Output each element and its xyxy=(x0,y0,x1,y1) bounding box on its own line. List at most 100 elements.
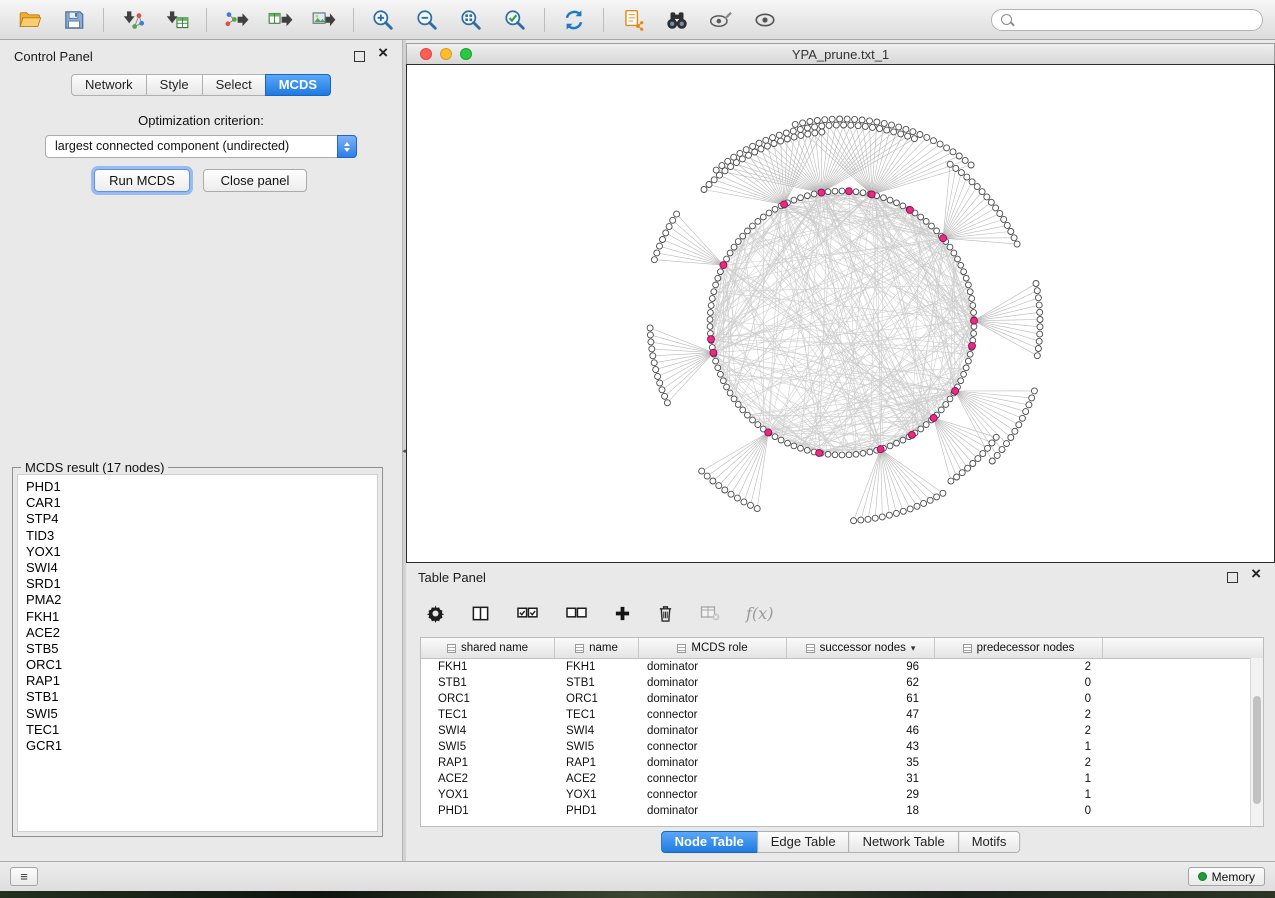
close-control-panel-button[interactable]: × xyxy=(378,44,388,62)
mcds-result-item[interactable]: FKH1 xyxy=(26,609,377,625)
search-input[interactable] xyxy=(1018,12,1253,28)
column-attribute-icon xyxy=(575,644,584,653)
close-table-panel-button[interactable]: × xyxy=(1251,565,1261,583)
panel-menu-button[interactable]: ≡ xyxy=(10,867,38,886)
export-image-button[interactable] xyxy=(306,5,342,35)
mcds-result-item[interactable]: STB5 xyxy=(26,641,377,657)
table-scrollbar[interactable] xyxy=(1250,658,1263,826)
criterion-dropdown[interactable]: largest connected component (undirected) xyxy=(45,135,357,158)
zoom-fit-button[interactable] xyxy=(453,5,489,35)
table-cell: ACE2 xyxy=(555,771,639,787)
column-header[interactable]: name xyxy=(555,638,639,658)
clear-table-button-disabled xyxy=(700,605,720,622)
annotation-mode-button[interactable] xyxy=(703,5,739,35)
memory-button[interactable]: Memory xyxy=(1188,867,1265,886)
mcds-result-item[interactable]: PHD1 xyxy=(26,479,377,495)
import-table-button[interactable] xyxy=(159,5,195,35)
tab-edge-table[interactable]: Edge Table xyxy=(757,831,850,853)
select-all-button[interactable] xyxy=(516,604,539,623)
column-header-label: shared name xyxy=(461,642,528,654)
deselect-all-button[interactable] xyxy=(565,604,588,623)
table-cell: dominator xyxy=(639,691,787,707)
table-cell: connector xyxy=(639,787,787,803)
tab-network[interactable]: Network xyxy=(71,74,147,96)
mcds-result-item[interactable]: STP4 xyxy=(26,511,377,527)
mcds-result-item[interactable]: TEC1 xyxy=(26,722,377,738)
mcds-result-item[interactable]: PMA2 xyxy=(26,592,377,608)
export-table-button[interactable] xyxy=(262,5,298,35)
toolbar-separator xyxy=(603,8,604,32)
close-panel-button[interactable]: Close panel xyxy=(203,169,307,192)
close-window-button[interactable] xyxy=(420,48,432,60)
tab-network-table[interactable]: Network Table xyxy=(849,831,959,853)
mcds-result-item[interactable]: STB1 xyxy=(26,689,377,705)
selected-criterion: largest connected component (undirected) xyxy=(55,139,289,153)
mcds-result-item[interactable]: SWI4 xyxy=(26,560,377,576)
maximize-window-button[interactable] xyxy=(460,48,472,60)
network-graph xyxy=(407,65,1274,562)
table-row[interactable]: STB1STB1dominator620 xyxy=(421,675,1263,691)
column-header[interactable]: MCDS role xyxy=(639,638,787,658)
tab-mcds[interactable]: MCDS xyxy=(265,74,331,96)
open-folder-icon xyxy=(18,8,42,32)
table-row[interactable]: ACE2ACE2connector311 xyxy=(421,771,1263,787)
refresh-layout-button[interactable] xyxy=(556,5,592,35)
float-table-panel-button[interactable] xyxy=(1227,572,1238,583)
mcds-result-item[interactable]: YOX1 xyxy=(26,544,377,560)
table-cell: dominator xyxy=(639,755,787,771)
network-canvas[interactable] xyxy=(406,64,1275,563)
table-row[interactable]: SWI5SWI5connector431 xyxy=(421,739,1263,755)
table-cell: 2 xyxy=(935,723,1103,739)
tab-style[interactable]: Style xyxy=(146,74,203,96)
mcds-result-item[interactable]: ACE2 xyxy=(26,625,377,641)
mcds-result-item[interactable]: ORC1 xyxy=(26,657,377,673)
table-cell: 0 xyxy=(935,803,1103,819)
table-row[interactable]: FKH1FKH1dominator962 xyxy=(421,659,1263,675)
float-control-panel-button[interactable] xyxy=(354,51,365,62)
mcds-result-item[interactable]: CAR1 xyxy=(26,495,377,511)
function-builder-button[interactable]: f(x) xyxy=(746,604,773,623)
delete-column-button[interactable] xyxy=(657,604,674,623)
column-header[interactable]: predecessor nodes xyxy=(935,638,1103,658)
table-row[interactable]: PHD1PHD1dominator180 xyxy=(421,803,1263,819)
table-row[interactable]: ORC1ORC1dominator610 xyxy=(421,691,1263,707)
search-box[interactable] xyxy=(991,9,1263,31)
mcds-result-item[interactable]: SRD1 xyxy=(26,576,377,592)
table-cell: TEC1 xyxy=(421,707,555,723)
export-network-button[interactable] xyxy=(218,5,254,35)
table-row[interactable]: SWI4SWI4dominator462 xyxy=(421,723,1263,739)
eye-pencil-icon xyxy=(708,8,734,32)
open-file-button[interactable] xyxy=(12,5,48,35)
import-network-button[interactable] xyxy=(115,5,151,35)
table-row[interactable]: RAP1RAP1dominator352 xyxy=(421,755,1263,771)
columns-icon xyxy=(471,604,490,623)
zoom-out-button[interactable] xyxy=(409,5,445,35)
column-header[interactable]: shared name xyxy=(421,638,555,658)
show-columns-button[interactable] xyxy=(471,604,490,623)
mcds-result-item[interactable]: TID3 xyxy=(26,528,377,544)
save-session-button[interactable] xyxy=(56,5,92,35)
table-settings-button[interactable] xyxy=(426,604,445,623)
scrollbar-thumb[interactable] xyxy=(1253,696,1261,804)
mcds-result-item[interactable]: RAP1 xyxy=(26,673,377,689)
minimize-window-button[interactable] xyxy=(440,48,452,60)
search-network-button[interactable] xyxy=(659,5,695,35)
tab-select[interactable]: Select xyxy=(202,74,266,96)
zoom-in-button[interactable] xyxy=(365,5,401,35)
mcds-result-item[interactable]: GCR1 xyxy=(26,738,377,754)
run-mcds-button[interactable]: Run MCDS xyxy=(94,169,190,192)
table-row[interactable]: TEC1TEC1connector472 xyxy=(421,707,1263,723)
zoom-selected-button[interactable] xyxy=(497,5,533,35)
mcds-result-item[interactable]: SWI5 xyxy=(26,706,377,722)
table-row[interactable]: YOX1YOX1connector291 xyxy=(421,787,1263,803)
add-column-button[interactable] xyxy=(614,605,631,622)
toolbar-separator xyxy=(103,8,104,32)
column-header[interactable]: successor nodes▾ xyxy=(787,638,935,658)
tab-node-table[interactable]: Node Table xyxy=(661,831,758,853)
table-cell: SWI5 xyxy=(421,739,555,755)
show-hide-button[interactable] xyxy=(747,5,783,35)
clone-network-button[interactable] xyxy=(615,5,651,35)
table-cell: 0 xyxy=(935,675,1103,691)
tab-motifs[interactable]: Motifs xyxy=(958,831,1021,853)
network-window-titlebar[interactable]: YPA_prune.txt_1 xyxy=(406,43,1275,64)
